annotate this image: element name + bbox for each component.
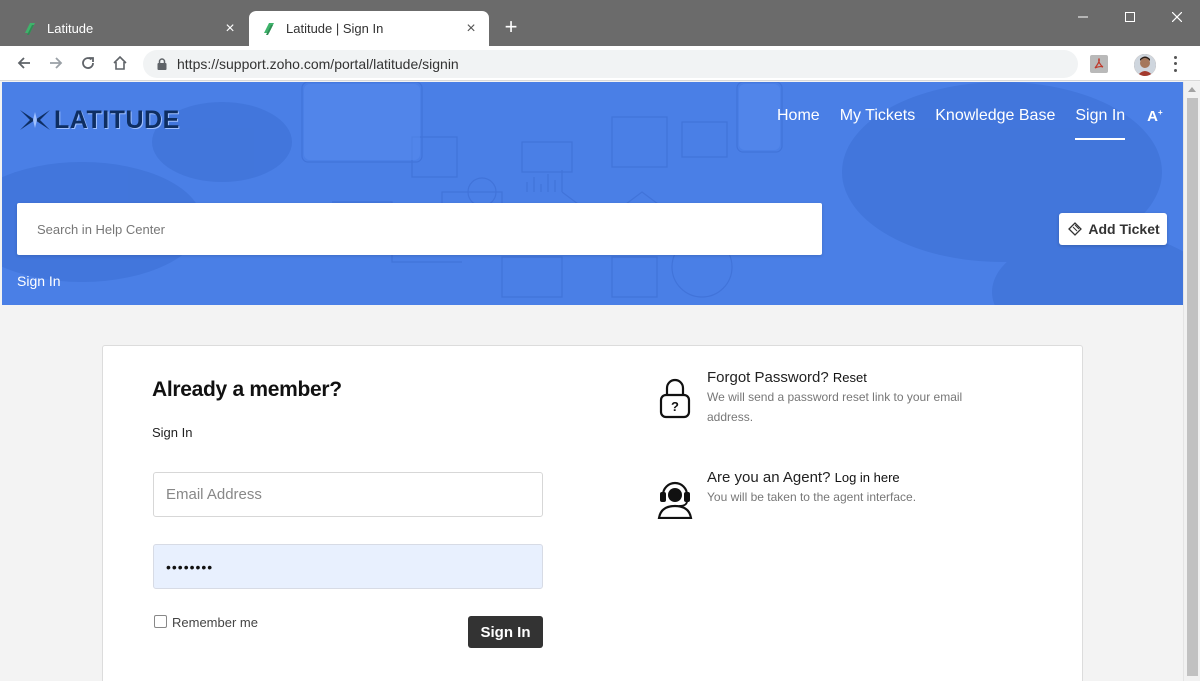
add-ticket-button[interactable]: Add Ticket [1059,213,1167,245]
agent-description: You will be taken to the agent interface… [707,490,917,504]
nav-knowledge-base[interactable]: Knowledge Base [935,107,1055,125]
hero-banner: LATITUDE Home My Tickets Knowledge Base … [2,82,1183,305]
tab-close-icon[interactable]: × [221,20,239,38]
close-icon[interactable] [1154,0,1200,34]
browser-toolbar: https://support.zoho.com/portal/latitude… [0,46,1200,81]
site-logo[interactable]: LATITUDE [18,104,180,136]
ticket-icon [1068,222,1083,236]
remember-me-label: Remember me [172,615,258,630]
logo-wordmark: LATITUDE [54,105,180,134]
sign-in-card: Already a member? Sign In Remember me Si… [102,345,1083,681]
profile-avatar[interactable] [1134,54,1156,76]
menu-dots-icon[interactable] [1170,54,1180,74]
email-field [153,472,543,517]
latitude-favicon-icon [25,22,35,35]
remember-me-checkbox[interactable] [154,614,167,628]
agent-login-link[interactable]: Log in here [835,470,900,485]
pdf-extension-icon[interactable] [1090,55,1108,73]
url-text: https://support.zoho.com/portal/latitude… [177,56,459,72]
password-input[interactable] [154,545,542,588]
add-ticket-label: Add Ticket [1088,221,1160,237]
page-viewport: LATITUDE Home My Tickets Knowledge Base … [2,82,1183,681]
top-navigation: Home My Tickets Knowledge Base Sign In A… [777,107,1163,140]
headset-agent-icon [657,481,693,519]
nav-sign-in[interactable]: Sign In [1075,107,1125,140]
page-scrollbar[interactable] [1183,82,1200,681]
tab-latitude[interactable]: Latitude × [10,11,248,46]
sign-in-button[interactable]: Sign In [468,616,543,648]
forgot-password-title: Forgot Password? [707,369,829,386]
reload-icon[interactable] [76,51,100,75]
home-icon[interactable] [108,51,132,75]
tab-latitude-sign-in[interactable]: Latitude | Sign In × [249,11,489,46]
reset-link[interactable]: Reset [833,370,867,385]
tab-title: Latitude | Sign In [286,21,384,36]
padlock-question-icon: ? [659,378,691,419]
breadcrumb: Sign In [17,273,61,289]
maximize-icon[interactable] [1107,0,1153,34]
scroll-up-icon[interactable] [1188,87,1196,92]
back-icon[interactable] [12,51,36,75]
password-field [153,544,543,589]
tab-title: Latitude [47,21,94,36]
remember-me[interactable]: Remember me [154,614,258,630]
forward-icon[interactable] [44,51,68,75]
font-size-toggle-label: A [1147,107,1158,125]
compass-star-icon [20,110,50,130]
search-input[interactable] [17,203,822,255]
address-bar[interactable]: https://support.zoho.com/portal/latitude… [143,50,1078,78]
svg-text:?: ? [671,399,679,414]
font-size-toggle-icon[interactable]: A+ [1147,108,1163,125]
help-center-search [17,203,822,255]
latitude-favicon-icon [264,22,274,35]
tab-strip: Latitude × Latitude | Sign In × + [0,0,1200,46]
nav-home[interactable]: Home [777,107,820,125]
forgot-password-description: We will send a password reset link to yo… [707,390,963,424]
scrollbar-thumb[interactable] [1187,98,1198,676]
nav-my-tickets[interactable]: My Tickets [840,107,916,125]
agent-title: Are you an Agent? [707,469,831,486]
new-tab-button[interactable]: + [500,16,522,39]
browser-window: Latitude × Latitude | Sign In × + https:… [0,0,1200,681]
email-input[interactable] [154,473,542,516]
lock-icon [155,57,169,71]
sign-in-subheading: Sign In [152,425,193,440]
minimize-icon[interactable] [1060,0,1106,34]
tab-close-icon[interactable]: × [462,20,480,38]
page-title: Already a member? [152,378,342,401]
